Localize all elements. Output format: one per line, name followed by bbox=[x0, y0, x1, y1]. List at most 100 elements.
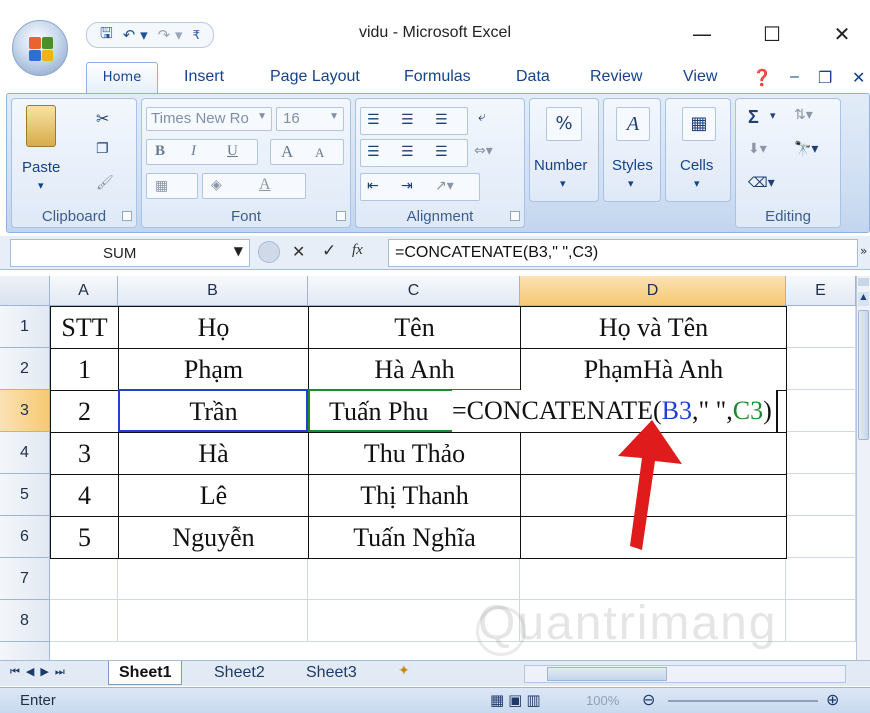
redo-button[interactable]: ↷ ▾ bbox=[155, 26, 186, 44]
cut-icon[interactable]: ✂ bbox=[96, 109, 109, 128]
cells-group[interactable]: ▦ Cells ▾ bbox=[665, 98, 731, 202]
column-header-d[interactable]: D bbox=[520, 276, 786, 306]
row-header-1[interactable]: 1 bbox=[0, 306, 50, 348]
sheet-nav-icons[interactable]: ⏮◀▶⏭ bbox=[10, 665, 71, 679]
zoom-slider[interactable] bbox=[668, 700, 818, 702]
cell-a7[interactable] bbox=[50, 558, 118, 600]
copy-icon[interactable]: ❐ bbox=[96, 141, 109, 157]
sort-filter-icon[interactable]: ⇅▾ bbox=[794, 107, 813, 123]
number-group[interactable]: % Number ▾ bbox=[529, 98, 599, 202]
align-left-icon[interactable]: ☰ bbox=[367, 144, 380, 160]
zoom-in-icon[interactable]: ⊕ bbox=[826, 690, 839, 709]
insert-function-icon[interactable]: fx bbox=[352, 242, 363, 259]
vertical-scrollbar[interactable]: ▲ bbox=[856, 276, 870, 660]
cell-b1[interactable]: Họ bbox=[119, 307, 309, 349]
align-middle-icon[interactable]: ☰ bbox=[401, 112, 414, 128]
cell-d1[interactable]: Họ và Tên bbox=[521, 307, 787, 349]
increase-indent-icon[interactable]: ⇥ bbox=[401, 178, 413, 194]
cell-a5[interactable]: 4 bbox=[51, 475, 119, 517]
row-header-5[interactable]: 5 bbox=[0, 474, 50, 516]
align-bottom-icon[interactable]: ☰ bbox=[435, 112, 448, 128]
borders-button[interactable]: ▦ bbox=[146, 173, 198, 199]
merge-center-icon[interactable]: ⇔▾ bbox=[474, 143, 493, 159]
minimize-window-button[interactable]: — bbox=[682, 16, 722, 52]
tab-insert[interactable]: Insert bbox=[184, 68, 224, 86]
sheet-tab-2[interactable]: Sheet2 bbox=[204, 661, 275, 685]
row-header-6[interactable]: 6 bbox=[0, 516, 50, 558]
customize-qat-button[interactable]: ₹ bbox=[190, 28, 204, 42]
wrap-text-icon[interactable]: ⤶ bbox=[478, 109, 486, 125]
ribbon-close-button[interactable]: ✕ bbox=[852, 68, 865, 88]
tab-page-layout[interactable]: Page Layout bbox=[270, 68, 360, 86]
underline-button[interactable]: U bbox=[227, 143, 238, 160]
help-icon[interactable]: ❓ bbox=[752, 68, 772, 88]
cell-e1[interactable] bbox=[786, 306, 856, 348]
alignment-launcher-icon[interactable] bbox=[510, 211, 520, 221]
cell-b5[interactable]: Lê bbox=[119, 475, 309, 517]
insert-sheet-icon[interactable]: ✦ bbox=[398, 663, 410, 679]
ribbon-restore-button[interactable]: ❐ bbox=[818, 68, 832, 88]
hscroll-thumb[interactable] bbox=[547, 667, 667, 681]
cell-a6[interactable]: 5 bbox=[51, 517, 119, 559]
cell-c2[interactable]: Hà Anh bbox=[309, 349, 521, 391]
indent-buttons[interactable]: ⇤ ⇥ ↗▾ bbox=[360, 173, 480, 201]
cell-e4[interactable] bbox=[786, 432, 856, 474]
format-painter-icon[interactable]: 🖌 bbox=[96, 175, 114, 191]
cell-e5[interactable] bbox=[786, 474, 856, 516]
tab-review[interactable]: Review bbox=[590, 68, 642, 86]
sheet-tab-3[interactable]: Sheet3 bbox=[296, 661, 367, 685]
align-center-icon[interactable]: ☰ bbox=[401, 144, 414, 160]
cell-e7[interactable] bbox=[786, 558, 856, 600]
fill-color-icon[interactable]: ◈ bbox=[211, 177, 222, 193]
zoom-level[interactable]: 100% bbox=[586, 693, 619, 708]
cell-a2[interactable]: 1 bbox=[51, 349, 119, 391]
paste-dropdown-icon[interactable]: ▾ bbox=[38, 179, 44, 192]
formula-bar-handle-icon[interactable] bbox=[258, 241, 280, 263]
ribbon-minimize-button[interactable]: – bbox=[790, 68, 799, 86]
cell-d7[interactable] bbox=[520, 558, 786, 600]
cell-e2[interactable] bbox=[786, 348, 856, 390]
italic-button[interactable]: I bbox=[191, 143, 196, 160]
cell-e8[interactable] bbox=[786, 600, 856, 642]
font-name-select[interactable]: Times New Ro ▼ bbox=[146, 107, 272, 131]
cell-b8[interactable] bbox=[118, 600, 308, 642]
column-header-a[interactable]: A bbox=[50, 276, 118, 306]
font-size-select[interactable]: 16 ▼ bbox=[276, 107, 344, 131]
autosum-button[interactable]: Σ bbox=[748, 107, 759, 128]
grow-font-button[interactable]: A bbox=[281, 142, 293, 162]
select-all-corner[interactable] bbox=[0, 276, 50, 306]
row-header-4[interactable]: 4 bbox=[0, 432, 50, 474]
align-right-icon[interactable]: ☰ bbox=[435, 144, 448, 160]
name-box[interactable]: SUM ▼ bbox=[10, 239, 250, 267]
row-header-7[interactable]: 7 bbox=[0, 558, 50, 600]
cell-d2[interactable]: PhạmHà Anh bbox=[521, 349, 787, 391]
horizontal-align-buttons[interactable]: ☰ ☰ ☰ bbox=[360, 139, 468, 167]
orientation-icon[interactable]: ↗▾ bbox=[435, 178, 454, 194]
cancel-icon[interactable]: ✕ bbox=[292, 242, 305, 261]
shrink-font-button[interactable]: A bbox=[315, 145, 324, 161]
cell-a3[interactable]: 2 bbox=[51, 391, 119, 433]
cell-b6[interactable]: Nguyễn bbox=[119, 517, 309, 559]
zoom-out-icon[interactable]: ⊖ bbox=[642, 690, 655, 709]
chevron-down-icon[interactable]: ▼ bbox=[234, 244, 243, 258]
fill-icon[interactable]: ⬇▾ bbox=[748, 141, 767, 157]
cell-a8[interactable] bbox=[50, 600, 118, 642]
cell-b7[interactable] bbox=[118, 558, 308, 600]
save-button[interactable]: 🖫 bbox=[97, 23, 116, 48]
cell-c4[interactable]: Thu Thảo bbox=[309, 433, 521, 475]
row-header-8[interactable]: 8 bbox=[0, 600, 50, 642]
tab-data[interactable]: Data bbox=[516, 68, 550, 86]
horizontal-scrollbar[interactable] bbox=[524, 665, 846, 683]
scroll-up-icon[interactable]: ▲ bbox=[858, 292, 869, 306]
row-header-2[interactable]: 2 bbox=[0, 348, 50, 390]
cell-e3[interactable] bbox=[786, 390, 856, 432]
paste-button[interactable]: Paste bbox=[22, 159, 60, 176]
scroll-thumb[interactable] bbox=[858, 310, 869, 440]
cell-e6[interactable] bbox=[786, 516, 856, 558]
sheet-tab-1[interactable]: Sheet1 bbox=[108, 661, 183, 685]
cell-c7[interactable] bbox=[308, 558, 520, 600]
formula-input[interactable]: =CONCATENATE(B3," ",C3) bbox=[388, 239, 858, 267]
cell-c1[interactable]: Tên bbox=[309, 307, 521, 349]
column-header-e[interactable]: E bbox=[786, 276, 856, 306]
enter-icon[interactable]: ✓ bbox=[322, 241, 336, 261]
